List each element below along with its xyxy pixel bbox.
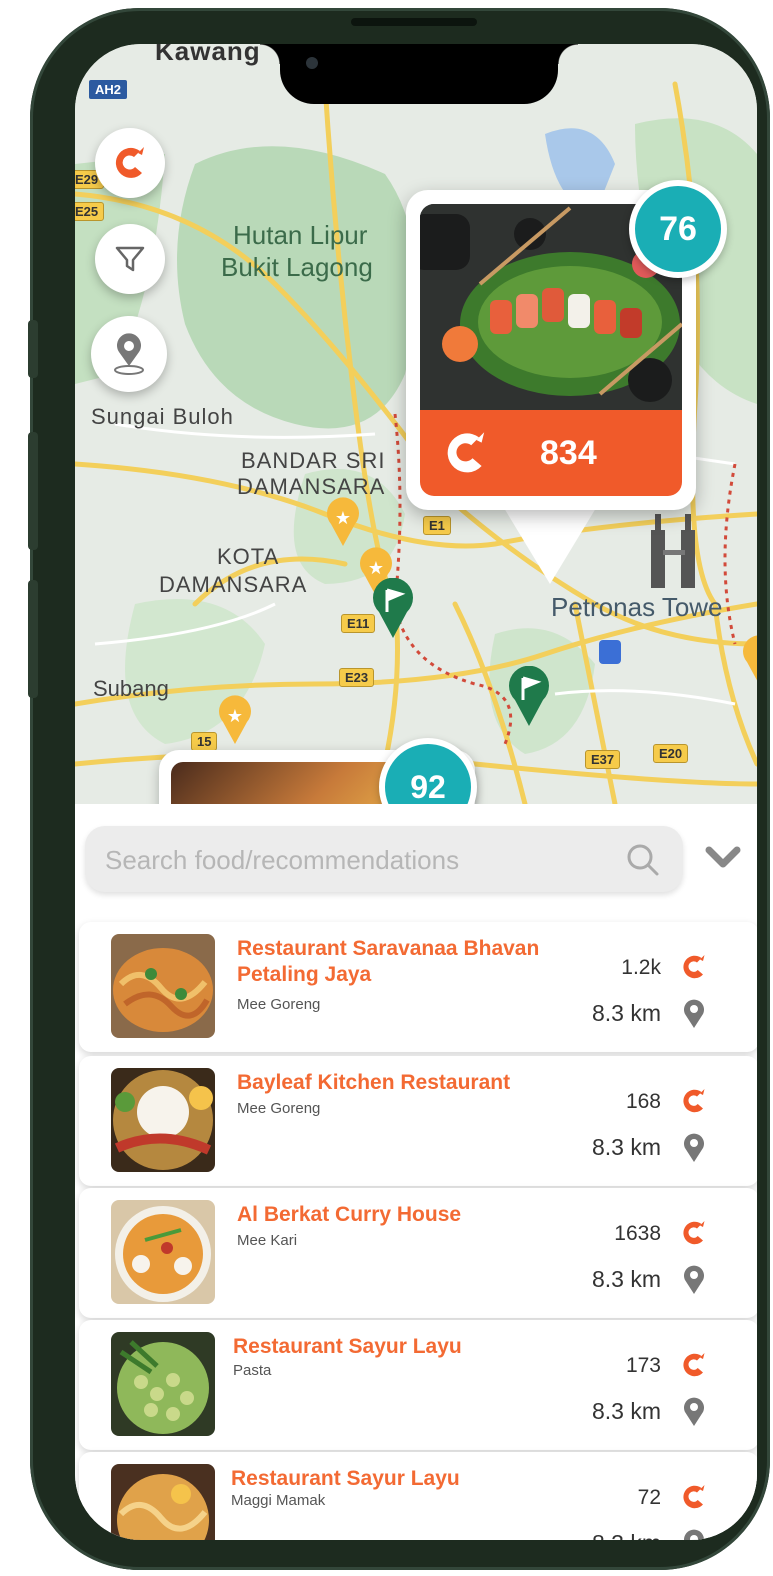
featured-count-bar: 834 <box>420 410 682 496</box>
road-shield-e37: E37 <box>585 750 621 769</box>
restaurant-distance: 8.3 km <box>591 1134 661 1160</box>
restaurant-count: 72 <box>637 1486 661 1509</box>
restaurant-card[interactable]: Al Berkat Curry House Mee Kari 1638 8.3 … <box>79 1188 757 1318</box>
map-label-damansara: DAMANSARA <box>237 474 386 499</box>
restaurant-dish: Maggi Mamak <box>231 1492 326 1509</box>
restaurant-thumbnail <box>111 934 215 1038</box>
map-label-hutan: Hutan Lipur <box>233 220 368 250</box>
brand-c-icon <box>683 1089 705 1113</box>
restaurant-count: 1638 <box>614 1222 661 1245</box>
location-button[interactable] <box>91 316 167 392</box>
mute-switch <box>28 320 38 378</box>
featured-count: 834 <box>540 433 597 472</box>
restaurant-dish: Pasta <box>233 1362 272 1379</box>
map-label-subang: Subang <box>93 676 169 701</box>
mee-goreng-image <box>111 934 215 1038</box>
restaurant-count: 173 <box>625 1354 661 1377</box>
svg-text:★: ★ <box>368 558 384 579</box>
location-pin-icon <box>684 1529 704 1540</box>
chevron-down-icon[interactable] <box>703 844 743 874</box>
brand-c-icon <box>683 1221 705 1245</box>
featured-card-pointer <box>504 508 596 584</box>
maggi-mamak-image <box>111 1464 215 1540</box>
road-shield-e23: E23 <box>339 668 375 687</box>
restaurant-name[interactable]: Restaurant Saravanaa Bhavan Petaling Jay… <box>237 936 577 988</box>
location-pin-icon <box>684 1133 704 1162</box>
app-screen: Kawang Hutan Lipur Bukit Lagong Sungai B… <box>75 44 757 1540</box>
restaurant-name[interactable]: Restaurant Sayur Layu <box>231 1466 571 1492</box>
notch <box>260 44 578 104</box>
pasta-image <box>111 1332 215 1436</box>
landmark-tower-icon <box>651 514 695 588</box>
location-pin-icon <box>684 1397 704 1426</box>
brand-c-icon <box>683 1485 705 1509</box>
featured-score-badge: 76 <box>629 180 727 278</box>
restaurant-thumbnail <box>111 1068 215 1172</box>
map-flag-marker[interactable] <box>507 666 551 728</box>
location-pin-icon <box>114 333 144 375</box>
map-label-bandar: BANDAR SRI <box>241 448 386 473</box>
restaurant-distance: 8.3 km <box>592 1530 661 1540</box>
restaurant-card[interactable]: Restaurant Saravanaa Bhavan Petaling Jay… <box>79 922 757 1052</box>
restaurant-dish: Mee Goreng <box>237 996 321 1013</box>
map-view[interactable]: Kawang Hutan Lipur Bukit Lagong Sungai B… <box>75 44 757 836</box>
filter-icon <box>115 246 145 272</box>
restaurant-distance: 8.3 km <box>591 1398 661 1424</box>
map-label-sungai: Sungai Buloh <box>91 404 234 429</box>
train-station-icon <box>599 640 621 664</box>
volume-up-button <box>28 432 38 550</box>
map-star-marker[interactable] <box>739 634 757 686</box>
brand-button[interactable] <box>95 128 165 198</box>
restaurant-dish: Mee Kari <box>237 1232 298 1249</box>
restaurant-distance: 8.3 km <box>591 1266 661 1292</box>
restaurant-name[interactable]: Bayleaf Kitchen Restaurant <box>237 1070 577 1096</box>
restaurant-thumbnail <box>111 1332 215 1436</box>
restaurant-dish: Mee Goreng <box>237 1100 321 1117</box>
front-camera <box>306 57 318 69</box>
restaurant-thumbnail <box>111 1200 215 1304</box>
map-star-marker[interactable]: ★ <box>323 496 363 548</box>
mee-kari-image <box>111 1200 215 1304</box>
brand-c-icon <box>683 1353 705 1377</box>
map-label-kota: KOTA <box>217 544 280 569</box>
road-shield-ah2: AH2 <box>89 80 128 99</box>
restaurant-distance: 8.3 km <box>591 1000 661 1026</box>
brand-c-icon <box>447 432 485 473</box>
map-star-marker[interactable]: ★ <box>215 694 255 746</box>
restaurant-count: 1.2k <box>621 956 661 979</box>
search-icon[interactable] <box>625 842 661 878</box>
brand-c-icon <box>115 147 144 178</box>
restaurant-count: 168 <box>625 1090 661 1113</box>
svg-text:★: ★ <box>227 706 243 727</box>
restaurant-thumbnail <box>111 1464 215 1540</box>
restaurant-card[interactable]: Restaurant Sayur Layu Pasta 173 8.3 km <box>79 1320 757 1450</box>
filter-button[interactable] <box>95 224 165 294</box>
restaurant-list-panel: Restaurant Saravanaa Bhavan Petaling Jay… <box>75 804 757 1540</box>
search-input[interactable] <box>103 826 607 894</box>
restaurant-name[interactable]: Restaurant Sayur Layu <box>233 1334 573 1360</box>
restaurant-card[interactable]: Bayleaf Kitchen Restaurant Mee Goreng 16… <box>79 1056 757 1186</box>
map-label-kawang: Kawang <box>155 44 261 66</box>
map-label-kota-damansara: DAMANSARA <box>159 572 308 597</box>
location-pin-icon <box>684 999 704 1028</box>
restaurant-name[interactable]: Al Berkat Curry House <box>237 1202 577 1228</box>
restaurant-card[interactable]: Restaurant Sayur Layu Maggi Mamak 72 8.3… <box>79 1452 757 1540</box>
location-pin-icon <box>684 1265 704 1294</box>
road-shield-15: 15 <box>191 732 218 751</box>
nasi-lemak-image <box>111 1068 215 1172</box>
volume-down-button <box>28 580 38 698</box>
svg-text:★: ★ <box>335 508 351 529</box>
map-label-bukit: Bukit Lagong <box>221 252 373 282</box>
road-shield-e20: E20 <box>653 744 689 763</box>
map-label-petronas: Petronas Towe <box>551 592 723 622</box>
map-flag-marker[interactable] <box>371 578 415 640</box>
road-shield-e25: E25 <box>75 202 105 221</box>
search-bar[interactable] <box>85 826 683 894</box>
brand-c-icon <box>683 955 705 979</box>
road-shield-e1: E1 <box>423 516 451 535</box>
speaker-grille <box>351 18 477 26</box>
